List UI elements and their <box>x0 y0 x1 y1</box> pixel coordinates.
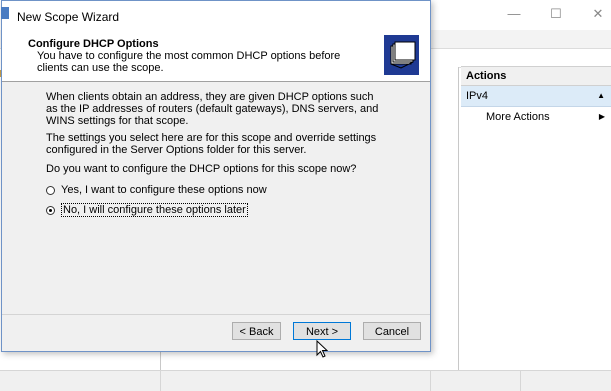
actions-group-ipv4[interactable]: IPv4 ▲ <box>461 86 611 107</box>
next-button[interactable]: Next > <box>293 322 351 340</box>
mouse-pointer-icon <box>316 340 328 358</box>
button-separator <box>2 314 430 315</box>
wizard-app-icon <box>1 7 9 19</box>
new-scope-wizard-dialog: New Scope Wizard Configure DHCP Options … <box>1 0 431 352</box>
back-button[interactable]: < Back <box>232 322 281 340</box>
actions-item-more-actions[interactable]: More Actions ▶ <box>461 107 611 127</box>
status-cell <box>160 371 161 391</box>
option-yes-label[interactable]: Yes, I want to configure these options n… <box>61 184 267 196</box>
question-text: Do you want to configure the DHCP option… <box>46 163 357 175</box>
minimize-button[interactable]: — <box>504 6 524 21</box>
radio-no[interactable] <box>46 205 55 215</box>
actions-header: Actions <box>461 66 611 86</box>
status-cell <box>520 371 521 391</box>
wizard-body: When clients obtain an address, they are… <box>2 82 430 312</box>
dialog-title: New Scope Wizard <box>17 10 120 24</box>
dialog-titlebar[interactable]: New Scope Wizard <box>1 1 430 31</box>
intro-paragraph: When clients obtain an address, they are… <box>46 91 379 127</box>
override-paragraph: The settings you select here are for thi… <box>46 132 377 156</box>
page-title: Configure DHCP Options <box>28 38 159 50</box>
actions-item-label: More Actions <box>486 111 550 123</box>
close-button[interactable]: ✕ <box>588 6 608 22</box>
collapse-icon[interactable]: ▲ <box>597 86 605 106</box>
maximize-button[interactable]: ☐ <box>546 6 566 22</box>
actions-pane: Actions IPv4 ▲ More Actions ▶ <box>461 66 611 370</box>
radio-yes[interactable] <box>46 185 55 195</box>
wizard-header: Configure DHCP Options You have to confi… <box>2 31 430 82</box>
status-bar <box>0 370 611 391</box>
option-no-label[interactable]: No, I will configure these options later <box>61 203 248 217</box>
option-yes[interactable]: Yes, I want to configure these options n… <box>46 183 267 197</box>
submenu-arrow-icon: ▶ <box>598 112 605 121</box>
folder-stack-icon <box>384 35 419 75</box>
option-no[interactable]: No, I will configure these options later <box>46 203 248 217</box>
status-cell <box>430 371 431 391</box>
actions-group-label: IPv4 <box>466 90 489 102</box>
cancel-button[interactable]: Cancel <box>363 322 421 340</box>
page-subtitle: You have to configure the most common DH… <box>37 50 341 74</box>
